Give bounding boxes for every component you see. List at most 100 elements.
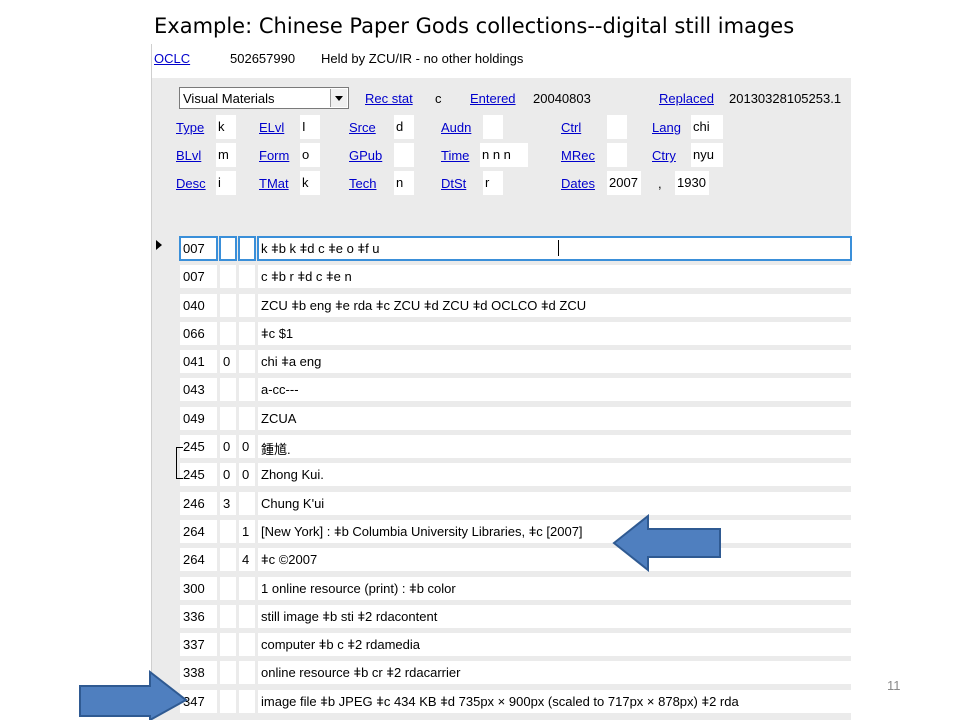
indicator-1[interactable] <box>220 265 236 289</box>
dtst-value[interactable]: r <box>483 171 503 195</box>
indicator-1[interactable] <box>220 548 236 572</box>
marc-field-row[interactable]: 049 ZCUA <box>180 404 851 432</box>
desc-label[interactable]: Desc <box>176 176 206 191</box>
desc-value[interactable]: i <box>216 171 236 195</box>
indicator-1[interactable] <box>220 661 236 685</box>
indicator-2[interactable] <box>239 689 255 713</box>
field-tag[interactable]: 264 <box>180 548 217 572</box>
replaced-label[interactable]: Replaced <box>659 91 714 106</box>
gpub-label[interactable]: GPub <box>349 148 382 163</box>
marc-field-row[interactable]: 245 0 0 鍾馗. <box>180 432 851 460</box>
entered-label[interactable]: Entered <box>470 91 516 106</box>
marc-field-row[interactable]: 336 still image ǂb sti ǂ2 rdacontent <box>180 602 851 630</box>
marc-field-row[interactable]: 337 computer ǂb c ǂ2 rdamedia <box>180 630 851 658</box>
date1-value[interactable]: 2007 <box>607 171 641 195</box>
field-tag[interactable]: 245 <box>180 435 217 459</box>
field-tag[interactable]: 337 <box>180 633 217 657</box>
marc-field-row[interactable]: 300 1 online resource (print) : ǂb color <box>180 574 851 602</box>
marc-field-row[interactable]: 347 image file ǂb JPEG ǂc 434 KB ǂd 735px… <box>180 687 851 715</box>
indicator-2[interactable] <box>239 604 255 628</box>
field-data[interactable]: Chung K'ui <box>258 491 851 515</box>
srce-value[interactable]: d <box>394 115 414 139</box>
time-value[interactable]: n n n <box>480 143 528 167</box>
audn-value[interactable] <box>483 115 503 139</box>
blvl-value[interactable]: m <box>216 143 236 167</box>
marc-field-row[interactable]: 007 k ǂb k ǂd c ǂe o ǂf u <box>179 234 852 262</box>
indicator-2[interactable] <box>239 321 255 345</box>
field-tag[interactable]: 043 <box>180 378 217 402</box>
indicator-1[interactable]: 0 <box>220 350 236 374</box>
indicator-2[interactable] <box>239 265 255 289</box>
dates-label[interactable]: Dates <box>561 176 595 191</box>
mrec-value[interactable] <box>607 143 627 167</box>
field-data[interactable]: [New York] : ǂb Columbia University Libr… <box>258 519 851 543</box>
field-tag[interactable]: 245 <box>180 463 217 487</box>
dtst-label[interactable]: DtSt <box>441 176 466 191</box>
indicator-1[interactable]: 3 <box>220 491 236 515</box>
form-value[interactable]: o <box>300 143 320 167</box>
indicator-1[interactable] <box>220 321 236 345</box>
marc-field-row[interactable]: 264 4 ǂc ©2007 <box>180 545 851 573</box>
indicator-1[interactable] <box>220 576 236 600</box>
indicator-1[interactable] <box>220 519 236 543</box>
field-data[interactable]: chi ǂa eng <box>258 350 851 374</box>
marc-field-row[interactable]: 338 online resource ǂb cr ǂ2 rdacarrier <box>180 658 851 686</box>
indicator-1[interactable] <box>220 633 236 657</box>
field-data[interactable]: still image ǂb sti ǂ2 rdacontent <box>258 604 851 628</box>
date2-value[interactable]: 1930 <box>675 171 709 195</box>
field-data[interactable]: ZCUA <box>258 406 851 430</box>
indicator-1[interactable] <box>220 406 236 430</box>
field-data[interactable]: a-cc--- <box>258 378 851 402</box>
indicator-2[interactable] <box>238 236 256 261</box>
field-tag[interactable]: 007 <box>180 265 217 289</box>
field-data[interactable]: c ǂb r ǂd c ǂe n <box>258 265 851 289</box>
indicator-1[interactable] <box>219 236 237 261</box>
audn-label[interactable]: Audn <box>441 120 471 135</box>
indicator-2[interactable] <box>239 576 255 600</box>
format-select[interactable]: Visual Materials <box>179 87 349 109</box>
field-data[interactable]: 1 online resource (print) : ǂb color <box>258 576 851 600</box>
lang-value[interactable]: chi <box>691 115 723 139</box>
marc-field-row[interactable]: 066 ǂc $1 <box>180 319 851 347</box>
tmat-label[interactable]: TMat <box>259 176 289 191</box>
marc-field-row[interactable]: 264 1 [New York] : ǂb Columbia University … <box>180 517 851 545</box>
indicator-1[interactable]: 0 <box>220 463 236 487</box>
gpub-value[interactable] <box>394 143 414 167</box>
field-data[interactable]: ZCU ǂb eng ǂe rda ǂc ZCU ǂd ZCU ǂd OCLCO… <box>258 293 851 317</box>
indicator-1[interactable] <box>220 604 236 628</box>
ctry-value[interactable]: nyu <box>691 143 723 167</box>
srce-label[interactable]: Srce <box>349 120 376 135</box>
field-tag[interactable]: 007 <box>179 236 218 261</box>
indicator-2[interactable]: 1 <box>239 519 255 543</box>
indicator-2[interactable]: 4 <box>239 548 255 572</box>
indicator-2[interactable] <box>239 633 255 657</box>
indicator-2[interactable]: 0 <box>239 435 255 459</box>
mrec-label[interactable]: MRec <box>561 148 595 163</box>
type-label[interactable]: Type <box>176 120 204 135</box>
marc-field-row[interactable]: 040 ZCU ǂb eng ǂe rda ǂc ZCU ǂd ZCU ǂd OC… <box>180 291 851 319</box>
time-label[interactable]: Time <box>441 148 469 163</box>
marc-field-row[interactable]: 041 0 chi ǂa eng <box>180 347 851 375</box>
indicator-2[interactable]: 0 <box>239 463 255 487</box>
type-value[interactable]: k <box>216 115 236 139</box>
indicator-1[interactable] <box>220 293 236 317</box>
marc-field-row[interactable]: 246 3 Chung K'ui <box>180 489 851 517</box>
chevron-down-icon[interactable] <box>330 89 347 107</box>
field-tag[interactable]: 336 <box>180 604 217 628</box>
field-data[interactable]: ǂc $1 <box>258 321 851 345</box>
field-tag[interactable]: 040 <box>180 293 217 317</box>
ctry-label[interactable]: Ctry <box>652 148 676 163</box>
indicator-2[interactable] <box>239 378 255 402</box>
field-tag[interactable]: 300 <box>180 576 217 600</box>
lang-label[interactable]: Lang <box>652 120 681 135</box>
field-data[interactable]: Zhong Kui. <box>258 463 851 487</box>
marc-field-row[interactable]: 043 a-cc--- <box>180 375 851 403</box>
field-data[interactable]: 鍾馗. <box>258 435 851 459</box>
tmat-value[interactable]: k <box>300 171 320 195</box>
indicator-1[interactable]: 0 <box>220 435 236 459</box>
indicator-1[interactable] <box>220 378 236 402</box>
indicator-2[interactable] <box>239 491 255 515</box>
field-data[interactable]: computer ǂb c ǂ2 rdamedia <box>258 633 851 657</box>
ctrl-value[interactable] <box>607 115 627 139</box>
field-tag[interactable]: 246 <box>180 491 217 515</box>
